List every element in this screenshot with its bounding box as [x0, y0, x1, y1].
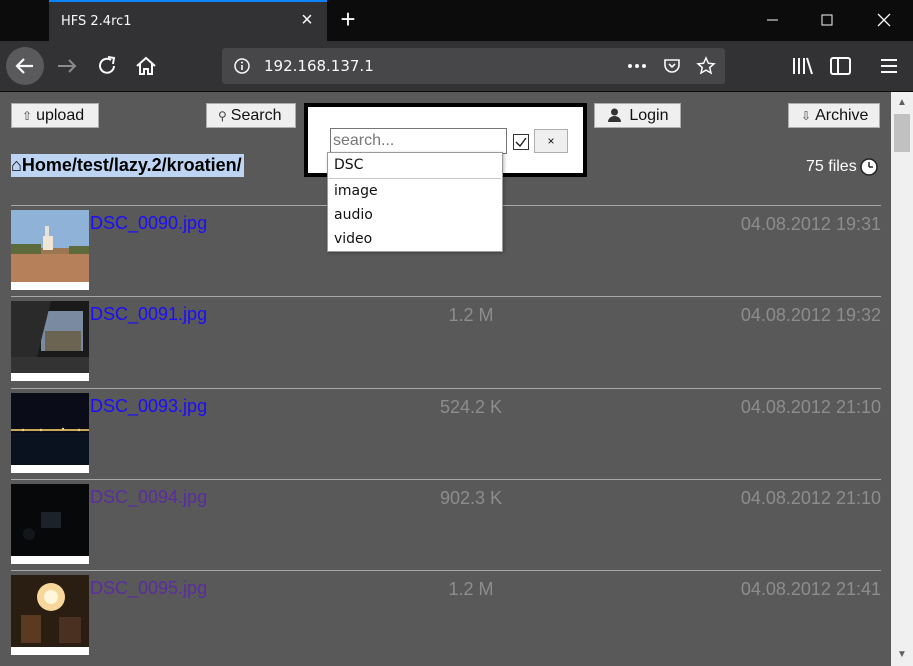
login-label: Login: [629, 107, 669, 124]
menu-icon[interactable]: [877, 53, 903, 79]
file-date: 04.08.2012 19:32: [740, 305, 881, 325]
scroll-thumb[interactable]: [894, 114, 910, 152]
url-bar[interactable]: 192.168.137.1: [222, 48, 725, 84]
file-size: 1.2 M: [448, 305, 494, 325]
home-icon[interactable]: [133, 53, 159, 79]
scroll-up-icon[interactable]: ▲: [891, 92, 913, 114]
forward-icon[interactable]: [54, 53, 80, 79]
back-button[interactable]: [6, 47, 44, 85]
file-link[interactable]: DSC_0091.jpg: [90, 304, 207, 325]
search-options-checkbox[interactable]: [513, 134, 529, 150]
maximize-icon[interactable]: [807, 6, 847, 34]
file-link[interactable]: DSC_0093.jpg: [90, 396, 207, 417]
divider: [329, 178, 501, 179]
back-arrow-icon: [15, 58, 33, 74]
tab-hfs[interactable]: HFS 2.4rc1 ×: [49, 0, 327, 41]
down-arrow-icon: ⇩: [801, 109, 812, 123]
login-button[interactable]: Login: [594, 103, 681, 128]
clock-icon[interactable]: [860, 158, 878, 176]
thumbnail[interactable]: [11, 210, 89, 290]
upload-button[interactable]: ⇧ upload: [11, 103, 99, 128]
archive-button[interactable]: ⇩ Archive: [788, 103, 880, 128]
file-count: 75 files: [806, 158, 857, 175]
scroll-down-icon[interactable]: ▼: [891, 644, 913, 666]
search-suggestions: DSC image audio video: [327, 152, 503, 252]
file-date: 04.08.2012 21:10: [740, 488, 881, 508]
library-icon[interactable]: [790, 53, 816, 79]
search-input[interactable]: [330, 128, 507, 154]
file-row: DSC_0091.jpg 1.2 M 04.08.2012 19:32: [11, 296, 881, 386]
file-size: 902.3 K: [439, 488, 503, 508]
file-date: 04.08.2012 21:41: [740, 579, 881, 599]
file-size: 524.2 K: [439, 397, 503, 417]
file-link[interactable]: DSC_0090.jpg: [90, 213, 207, 234]
thumbnail[interactable]: [11, 301, 89, 381]
breadcrumb[interactable]: ⌂Home/test/lazy.2/kroatien/: [11, 154, 244, 177]
up-arrow-icon: ⇧: [22, 109, 33, 123]
search-button[interactable]: ⚲ Search: [206, 103, 296, 128]
thumbnail[interactable]: [11, 393, 89, 473]
file-row: DSC_0095.jpg 1.2 M 04.08.2012 21:41: [11, 570, 881, 660]
suggestion-item[interactable]: image: [334, 183, 378, 199]
file-date: 04.08.2012 19:31: [740, 214, 881, 234]
reload-icon[interactable]: [94, 53, 120, 79]
file-size: 1.2 M: [448, 579, 494, 599]
bookmark-star-icon[interactable]: [696, 56, 716, 76]
tab-title: HFS 2.4rc1: [61, 14, 132, 29]
file-link[interactable]: DSC_0094.jpg: [90, 487, 207, 508]
tab-bar: HFS 2.4rc1 × +: [0, 0, 913, 41]
file-row: DSC_0094.jpg 902.3 K 04.08.2012 21:10: [11, 479, 881, 569]
sidebar-icon[interactable]: [828, 53, 854, 79]
search-label: Search: [230, 107, 282, 124]
vertical-scrollbar[interactable]: ▲ ▼: [891, 92, 913, 666]
checkmark-icon: [515, 137, 527, 148]
thumbnail[interactable]: [11, 484, 89, 564]
upload-label: upload: [36, 107, 85, 124]
window-close-icon[interactable]: [864, 6, 904, 34]
suggestion-item[interactable]: audio: [334, 207, 373, 223]
archive-label: Archive: [815, 107, 869, 124]
navigation-bar: 192.168.137.1: [0, 41, 913, 92]
tab-close-icon[interactable]: ×: [297, 10, 317, 30]
page-actions-icon[interactable]: [626, 56, 646, 76]
file-link[interactable]: DSC_0095.jpg: [90, 578, 207, 599]
suggestion-item[interactable]: DSC: [334, 157, 363, 173]
minimize-icon[interactable]: [752, 6, 792, 34]
new-tab-icon[interactable]: +: [334, 6, 362, 34]
user-icon: [607, 108, 625, 123]
info-icon[interactable]: [232, 56, 252, 76]
pocket-icon[interactable]: [662, 56, 682, 76]
thumbnail[interactable]: [11, 575, 89, 655]
search-clear-button[interactable]: ×: [534, 129, 568, 153]
suggestion-item[interactable]: video: [334, 231, 372, 247]
file-date: 04.08.2012 21:10: [740, 397, 881, 417]
url-text: 192.168.137.1: [264, 57, 374, 75]
magnifier-icon: ⚲: [218, 109, 227, 123]
file-row: DSC_0093.jpg 524.2 K 04.08.2012 21:10: [11, 388, 881, 478]
